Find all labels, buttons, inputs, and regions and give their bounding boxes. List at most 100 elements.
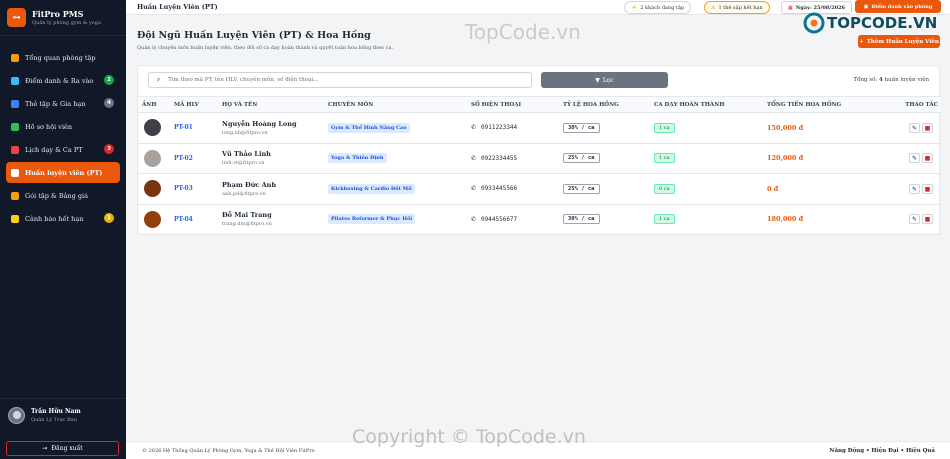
trainer-name: Phạm Đức Anh: [222, 180, 277, 189]
sidebar-item-label: Điểm danh & Ra vào: [25, 76, 94, 85]
bolt-icon: ⚡: [631, 4, 638, 11]
delete-icon[interactable]: ■: [922, 153, 933, 164]
sidebar-item-5[interactable]: Huấn luyện viên (PT): [6, 162, 120, 183]
sidebar-item-4[interactable]: Lịch dạy & Ca PT 3: [6, 139, 120, 160]
sidebar-item-badge: 2: [104, 75, 114, 85]
trainer-avatar: [144, 180, 161, 198]
trainer-avatar: [144, 119, 161, 137]
sidebar-item-7[interactable]: Cảnh báo hết hạn 1: [6, 208, 120, 229]
filter-icon: ▼: [595, 76, 600, 84]
sidebar-item-6[interactable]: Gói tập & Bảng giá: [6, 185, 120, 206]
plus-icon: +: [859, 38, 864, 45]
table-row[interactable]: PT-01 Nguyễn Hoàng Long long.nh@fitpro.vn G…: [138, 112, 941, 144]
user-name: Trần Hữu Nam: [31, 407, 81, 415]
edit-icon[interactable]: ✎: [909, 214, 920, 225]
active-guests-pill[interactable]: ⚡ 2 khách đang tập: [624, 1, 692, 14]
sidebar-item-0[interactable]: Tổng quan phòng tập: [6, 47, 120, 68]
topbar-title: Huấn Luyện Viên (PT): [137, 3, 218, 11]
users-icon: [11, 122, 19, 131]
col-specialty: CHUYÊN MÔN: [328, 96, 471, 113]
col-actions: THAO TÁC: [901, 96, 941, 113]
sidebar-item-label: Cảnh báo hết hạn: [25, 214, 84, 223]
delete-icon[interactable]: ■: [922, 122, 933, 133]
commission-total: 150,000 đ: [767, 123, 804, 132]
trainer-email: linh.vt@fitpro.vn: [222, 160, 265, 167]
commission-rate: 25% / ca: [563, 183, 600, 194]
warning-icon: ⚠: [711, 4, 716, 11]
col-total: TỔNG TIỀN HOA HỒNG: [767, 96, 901, 113]
edit-icon[interactable]: ✎: [909, 183, 920, 194]
brand-name: FitPro PMS: [32, 9, 84, 19]
commission-rate: 30% / ca: [563, 214, 600, 225]
commission-rate: 25% / ca: [563, 153, 600, 164]
sidebar-item-3[interactable]: Hồ sơ hội viên: [6, 116, 120, 137]
watermark-copyright: Copyright © TopCode.vn: [352, 426, 586, 448]
sidebar-item-badge: 4: [104, 98, 114, 108]
commission-total: 180,000 đ: [767, 215, 804, 224]
add-trainer-label: Thêm Huấn Luyện Viên: [866, 38, 939, 45]
sidebar-item-label: Lịch dạy & Ca PT: [25, 145, 83, 154]
watermark-logo-text: TOPCODE.VN: [827, 14, 938, 32]
filter-label: Lọc: [602, 76, 614, 84]
specialty-badge: Kickboxing & Cardio Đốt Mỡ: [328, 183, 415, 194]
sidebar-item-2[interactable]: Thẻ tập & Gia hạn 4: [6, 93, 120, 114]
search-placeholder: Tìm theo mã PT, tên HLV, chuyên môn, số …: [168, 77, 319, 83]
col-photo: ẢNH: [138, 96, 174, 113]
date-label: Ngày: 25/08/2026: [795, 4, 846, 11]
user-profile[interactable]: Trần Hữu Nam Quản Lý Trực Ban: [0, 398, 126, 431]
total-number: 4: [879, 77, 883, 83]
delete-icon[interactable]: ■: [922, 183, 933, 194]
specialty-badge: Gym & Thể Hình Nâng Cao: [328, 122, 410, 133]
edit-icon[interactable]: ✎: [909, 122, 920, 133]
trainer-code[interactable]: PT-03: [174, 185, 193, 192]
phone-icon: ✆: [471, 185, 477, 193]
delete-icon[interactable]: ■: [922, 214, 933, 225]
calendar-icon: ▦: [788, 4, 793, 11]
sidebar-item-label: Tổng quan phòng tập: [25, 53, 96, 62]
page-title: Đội Ngũ Huấn Luyện Viên (PT) & Hoa Hồng: [137, 30, 371, 41]
sidebar-nav: Tổng quan phòng tập Điểm danh & Ra vào 2 Th…: [0, 36, 126, 229]
table-row[interactable]: PT-03 Phạm Đức Anh anh.pd@fitpro.vn Kickbox…: [138, 173, 941, 205]
total-prefix: Tổng số:: [853, 77, 878, 83]
trainer-icon: [11, 168, 19, 177]
expiring-cards-label: 1 thẻ sắp hết hạn: [718, 4, 763, 11]
sessions-done: 1 ca: [654, 153, 675, 164]
edit-icon[interactable]: ✎: [909, 153, 920, 164]
calendar-icon: [11, 145, 19, 154]
trainer-phone: 0933445566: [481, 185, 518, 193]
trainer-email: anh.pd@fitpro.vn: [222, 190, 266, 197]
logout-icon: ⇥: [42, 445, 48, 452]
sidebar-item-label: Hồ sơ hội viên: [25, 122, 73, 131]
phone-icon: ✆: [471, 215, 477, 223]
sidebar: ⊶ FitPro PMS Quản lý phòng gym & yoga Tổ…: [0, 0, 126, 459]
table-row[interactable]: PT-04 Đỗ Mai Trang trang.dm@fitpro.vn Pilat…: [138, 204, 941, 235]
trainer-name: Đỗ Mai Trang: [222, 211, 272, 220]
total-count: Tổng số: 4 huấn luyện viên: [853, 77, 929, 83]
logout-button[interactable]: ⇥ Đăng xuất: [6, 441, 119, 456]
sessions-done: 0 ca: [654, 183, 675, 194]
footer-tagline: Năng Động • Hiện Đại • Hiệu Quả: [829, 448, 935, 454]
trainer-code[interactable]: PT-01: [174, 124, 193, 131]
sidebar-item-1[interactable]: Điểm danh & Ra vào 2: [6, 70, 120, 91]
trainer-avatar: [144, 210, 161, 228]
expiring-cards-pill[interactable]: ⚠ 1 thẻ sắp hết hạn: [704, 1, 770, 14]
table-header: ẢNH MÃ HLV HỌ VÀ TÊN CHUYÊN MÔN SỐ ĐIỆN …: [138, 96, 941, 113]
specialty-badge: Yoga & Thiền Định: [328, 153, 387, 164]
gauge-icon: [11, 53, 19, 62]
dumbbell-icon: ⊶: [7, 8, 26, 27]
col-done: CA DẠY HOÀN THÀNH: [654, 96, 767, 113]
sidebar-item-label: Thẻ tập & Gia hạn: [25, 99, 86, 108]
trainer-code[interactable]: PT-02: [174, 155, 193, 162]
add-trainer-button[interactable]: + Thêm Huấn Luyện Viên: [858, 35, 940, 48]
search-input[interactable]: ⌕ Tìm theo mã PT, tên HLV, chuyên môn, s…: [148, 72, 532, 88]
filter-button[interactable]: ▼ Lọc: [541, 72, 668, 88]
trainer-code[interactable]: PT-04: [174, 216, 193, 223]
card-icon: [11, 99, 19, 108]
total-suffix: huấn luyện viên: [884, 77, 929, 83]
trainer-name: Vũ Thảo Linh: [222, 150, 271, 159]
logout-label: Đăng xuất: [51, 445, 83, 452]
table-row[interactable]: PT-02 Vũ Thảo Linh linh.vt@fitpro.vn Yoga &…: [138, 143, 941, 174]
page-subtitle: Quản lý chuyên môn huấn luyện viên, theo…: [137, 45, 394, 51]
topcode-logo-icon: [803, 12, 825, 34]
trainer-avatar: [144, 149, 161, 167]
